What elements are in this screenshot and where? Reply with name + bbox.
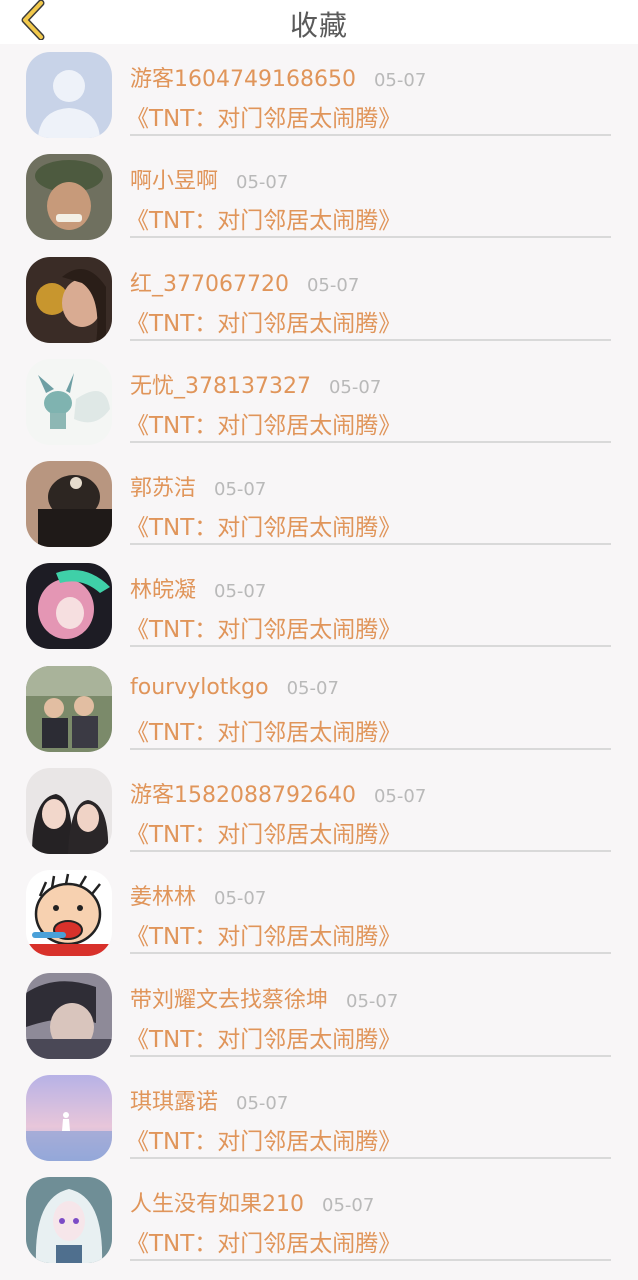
avatar[interactable] xyxy=(26,665,112,752)
avatar-default[interactable] xyxy=(26,52,112,138)
date-label: 05-07 xyxy=(346,990,399,1012)
divider xyxy=(130,850,611,853)
date-label: 05-07 xyxy=(236,1092,289,1114)
list-item[interactable]: 姜林林 05-07 《TNT：对门邻居太闹腾》 xyxy=(0,862,638,964)
page-title: 收藏 xyxy=(289,9,348,42)
date-label: 05-07 xyxy=(214,581,267,603)
work-title[interactable]: 《TNT：对门邻居太闹腾》 xyxy=(126,1122,401,1156)
list-item[interactable]: 郭苏洁 05-07 《TNT：对门邻居太闹腾》 xyxy=(0,453,638,555)
name-line: fourvylotkgo 05-07 xyxy=(130,675,339,700)
user-name[interactable]: fourvylotkgo xyxy=(130,675,269,700)
list-item[interactable]: 游客1582088792640 05-07 《TNT：对门邻居太闹腾》 xyxy=(0,760,638,862)
name-line: 林皖凝 05-07 xyxy=(130,572,266,604)
date-label: 05-07 xyxy=(373,786,427,808)
list-item[interactable]: 林皖凝 05-07 《TNT：对门邻居太闹腾》 xyxy=(0,555,638,657)
work-title[interactable]: 《TNT：对门邻居太闹腾》 xyxy=(126,713,401,747)
work-title[interactable]: 《TNT：对门邻居太闹腾》 xyxy=(126,917,401,951)
name-line: 琪琪露诺 05-07 xyxy=(130,1084,288,1116)
name-line: 无忧_378137327 05-07 xyxy=(130,368,381,400)
name-line: 带刘耀文去找蔡徐坤 05-07 xyxy=(130,982,398,1014)
avatar[interactable] xyxy=(26,461,112,548)
divider xyxy=(130,1156,611,1159)
avatar[interactable] xyxy=(26,972,112,1059)
list-item[interactable]: 人生没有如果210 05-07 《TNT：对门邻居太闹腾》 xyxy=(0,1169,638,1271)
avatar[interactable] xyxy=(26,154,112,241)
divider xyxy=(130,543,611,546)
date-label: 05-07 xyxy=(236,172,289,194)
favorites-list: 游客1604749168650 05-07 《TNT：对门邻居太闹腾》 啊小昱啊… xyxy=(0,44,638,1272)
avatar[interactable] xyxy=(26,358,112,445)
user-name[interactable]: 带刘耀文去找蔡徐坤 xyxy=(130,982,328,1014)
name-line: 郭苏洁 05-07 xyxy=(130,470,266,502)
avatar[interactable] xyxy=(26,256,112,343)
divider xyxy=(130,747,611,750)
divider xyxy=(130,1054,611,1057)
divider xyxy=(130,1259,611,1262)
work-title[interactable]: 《TNT：对门邻居太闹腾》 xyxy=(126,304,401,338)
divider xyxy=(130,338,611,341)
user-name[interactable]: 琪琪露诺 xyxy=(130,1084,218,1116)
user-name[interactable]: 啊小昱啊 xyxy=(130,163,218,195)
user-name[interactable]: 郭苏洁 xyxy=(130,470,196,502)
list-item[interactable]: 啊小昱啊 05-07 《TNT：对门邻居太闹腾》 xyxy=(0,146,638,248)
list-item[interactable]: 带刘耀文去找蔡徐坤 05-07 《TNT：对门邻居太闹腾》 xyxy=(0,965,638,1067)
work-title[interactable]: 《TNT：对门邻居太闹腾》 xyxy=(126,406,401,440)
name-line: 游客1582088792640 05-07 xyxy=(130,777,426,809)
avatar[interactable] xyxy=(26,1177,112,1264)
back-button[interactable] xyxy=(14,0,54,40)
list-item[interactable]: 游客1604749168650 05-07 《TNT：对门邻居太闹腾》 xyxy=(0,44,638,146)
date-label: 05-07 xyxy=(306,274,360,296)
user-name[interactable]: 游客1604749168650 xyxy=(130,61,356,93)
list-item[interactable]: 红_377067720 05-07 《TNT：对门邻居太闹腾》 xyxy=(0,249,638,351)
divider xyxy=(130,134,611,136)
date-label: 05-07 xyxy=(286,677,339,699)
name-line: 红_377067720 05-07 xyxy=(130,266,359,298)
user-name[interactable]: 游客1582088792640 xyxy=(130,777,356,809)
top-bar: 收藏 xyxy=(0,0,638,44)
user-name[interactable]: 姜林林 xyxy=(130,879,196,911)
name-line: 姜林林 05-07 xyxy=(130,879,266,911)
user-name[interactable]: 无忧_378137327 xyxy=(130,368,311,400)
divider xyxy=(130,440,611,443)
name-line: 人生没有如果210 05-07 xyxy=(130,1186,374,1218)
avatar[interactable] xyxy=(26,563,112,650)
avatar[interactable] xyxy=(26,768,112,855)
divider xyxy=(130,645,611,648)
name-line: 游客1604749168650 05-07 xyxy=(130,61,426,93)
list-item[interactable]: fourvylotkgo 05-07 《TNT：对门邻居太闹腾》 xyxy=(0,658,638,760)
divider xyxy=(130,236,611,239)
list-item[interactable]: 琪琪露诺 05-07 《TNT：对门邻居太闹腾》 xyxy=(0,1067,638,1169)
work-title[interactable]: 《TNT：对门邻居太闹腾》 xyxy=(126,1224,401,1258)
date-label: 05-07 xyxy=(328,376,382,398)
user-name[interactable]: 人生没有如果210 xyxy=(130,1186,304,1218)
work-title[interactable]: 《TNT：对门邻居太闹腾》 xyxy=(126,508,401,542)
user-name[interactable]: 红_377067720 xyxy=(130,266,289,298)
name-line: 啊小昱啊 05-07 xyxy=(130,163,288,195)
work-title[interactable]: 《TNT：对门邻居太闹腾》 xyxy=(126,815,401,849)
work-title[interactable]: 《TNT：对门邻居太闹腾》 xyxy=(126,1020,401,1054)
divider xyxy=(130,952,611,955)
chevron-left-icon xyxy=(21,0,45,40)
work-title[interactable]: 《TNT：对门邻居太闹腾》 xyxy=(126,99,401,133)
date-label: 05-07 xyxy=(373,70,427,91)
date-label: 05-07 xyxy=(214,479,267,501)
date-label: 05-07 xyxy=(322,1195,375,1217)
date-label: 05-07 xyxy=(214,888,267,910)
list-item[interactable]: 无忧_378137327 05-07 《TNT：对门邻居太闹腾》 xyxy=(0,351,638,453)
user-name[interactable]: 林皖凝 xyxy=(130,572,196,604)
work-title[interactable]: 《TNT：对门邻居太闹腾》 xyxy=(126,201,401,235)
work-title[interactable]: 《TNT：对门邻居太闹腾》 xyxy=(126,610,401,644)
avatar[interactable] xyxy=(26,1074,112,1161)
avatar[interactable] xyxy=(26,870,112,957)
